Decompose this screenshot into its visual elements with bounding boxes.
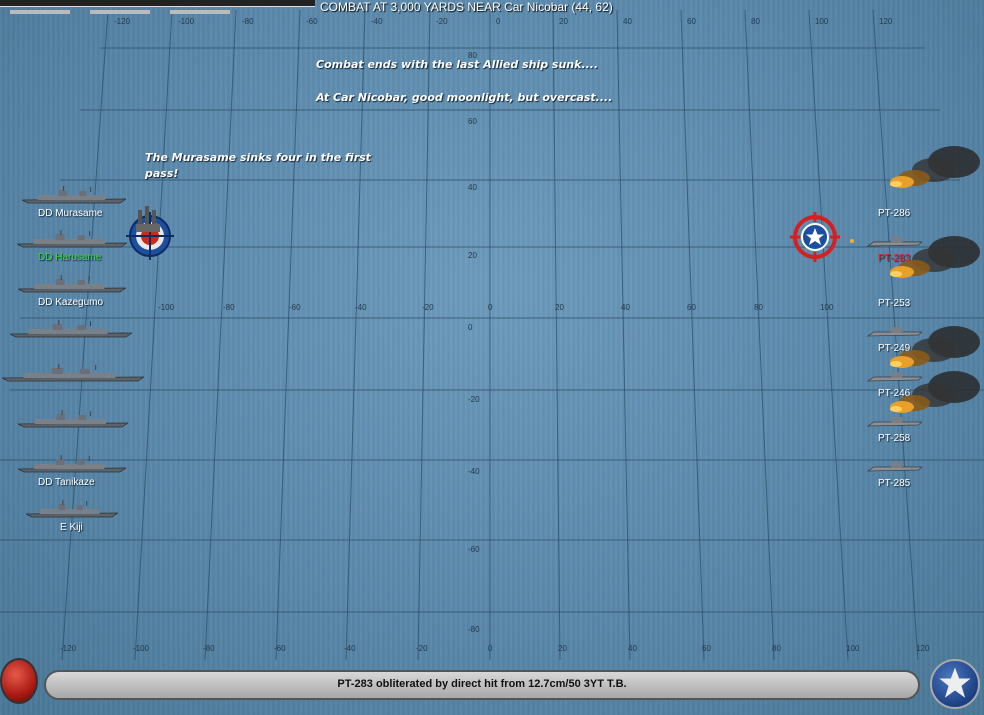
mid-x-tick: -100 — [158, 303, 175, 312]
allied-ship-label: PT-253 — [878, 298, 911, 309]
target-reticle-icon[interactable] — [790, 212, 840, 262]
allied-ship-label: PT-286 — [878, 208, 911, 219]
mid-x-tick: -40 — [355, 303, 367, 312]
combat-message-3: The Murasame sinks four in the first pas… — [145, 151, 371, 180]
combat-message-1: Combat ends with the last Allied ship su… — [316, 58, 599, 71]
japanese-ship-label: DD Harusame — [38, 252, 102, 263]
japanese-ship[interactable] — [17, 230, 127, 250]
mid-x-tick: 0 — [488, 303, 493, 312]
mid-x-tick: 60 — [687, 303, 696, 312]
top-x-tick: 100 — [815, 17, 829, 26]
bottom-x-tick: -100 — [133, 644, 150, 653]
bottom-x-tick: 20 — [558, 644, 567, 653]
japanese-ship-label: E Kiji — [60, 522, 83, 533]
top-x-tick: 60 — [687, 17, 696, 26]
y-tick: 40 — [468, 183, 477, 192]
shell-tracer — [850, 239, 854, 243]
allied-ship-label: PT-258 — [878, 433, 911, 444]
y-tick: -40 — [468, 467, 480, 476]
bottom-x-tick: 80 — [772, 644, 781, 653]
allied-star-button[interactable] — [930, 659, 980, 709]
top-x-tick: -120 — [114, 17, 131, 26]
top-x-tick: 40 — [623, 17, 632, 26]
mid-x-tick: -60 — [289, 303, 301, 312]
top-x-tick: 80 — [751, 17, 760, 26]
bottom-x-tick: 120 — [916, 644, 930, 653]
status-text: PT-283 obliterated by direct hit from 12… — [337, 678, 627, 690]
japanese-ship[interactable] — [10, 320, 132, 340]
japanese-ship-label: DD Tanikaze — [38, 477, 95, 488]
burning-smoke-icon — [890, 146, 980, 188]
top-x-tick: -60 — [306, 17, 318, 26]
y-tick: 60 — [468, 117, 477, 126]
mid-x-tick: 20 — [555, 303, 564, 312]
allied-ship-label: PT-285 — [878, 478, 911, 489]
burning-smoke-icon — [890, 326, 980, 368]
bottom-x-tick: 40 — [628, 644, 637, 653]
bottom-x-tick: -40 — [344, 644, 356, 653]
bottom-x-tick: -20 — [416, 644, 428, 653]
y-tick: 0 — [468, 323, 473, 332]
top-x-tick: -20 — [436, 17, 448, 26]
japanese-ship[interactable] — [18, 455, 126, 475]
japanese-ship-label: DD Murasame — [38, 208, 103, 219]
firing-ship-marker[interactable] — [126, 206, 176, 262]
mid-x-tick: 40 — [621, 303, 630, 312]
bottom-x-tick: 0 — [488, 644, 493, 653]
burning-smoke-icon — [890, 236, 980, 278]
japanese-ship[interactable] — [26, 500, 118, 520]
japanese-ship[interactable] — [18, 275, 126, 295]
burning-smoke-icon — [890, 371, 980, 413]
top-x-tick: -40 — [371, 17, 383, 26]
japanese-ship[interactable] — [2, 364, 144, 384]
y-tick: -20 — [468, 395, 480, 404]
japanese-ship[interactable] — [22, 186, 126, 206]
mid-x-tick: -80 — [223, 303, 235, 312]
top-x-tick: 0 — [496, 17, 501, 26]
japanese-ship[interactable] — [18, 410, 128, 430]
battle-grid: -120 -100 -80 -60 -40 -20 0 20 40 60 80 100 120 -100 -… — [0, 9, 984, 661]
status-bar: PT-283 obliterated by direct hit from 12… — [44, 670, 920, 700]
bottom-x-tick: 60 — [702, 644, 711, 653]
top-x-tick: 120 — [879, 17, 893, 26]
pt-boat[interactable] — [866, 457, 922, 477]
top-info-strip — [0, 0, 315, 14]
bottom-x-tick: -120 — [60, 644, 77, 653]
top-x-tick: 20 — [559, 17, 568, 26]
combat-message-2: At Car Nicobar, good moonlight, but over… — [316, 91, 613, 104]
top-x-tick: -80 — [242, 17, 254, 26]
mid-x-tick: 100 — [820, 303, 834, 312]
y-tick: -80 — [468, 625, 480, 634]
top-x-tick: -100 — [178, 17, 195, 26]
bottom-x-tick: 100 — [846, 644, 860, 653]
y-tick: 20 — [468, 251, 477, 260]
japanese-ship-label: DD Kazegumo — [38, 297, 104, 308]
y-tick: -60 — [468, 545, 480, 554]
mid-x-tick: 80 — [754, 303, 763, 312]
bottom-x-tick: -80 — [203, 644, 215, 653]
bottom-x-tick: -60 — [274, 644, 286, 653]
combat-title: COMBAT AT 3,000 YARDS NEAR Car Nicobar (… — [320, 0, 613, 14]
mid-x-tick: -20 — [422, 303, 434, 312]
end-combat-button[interactable] — [0, 658, 38, 704]
